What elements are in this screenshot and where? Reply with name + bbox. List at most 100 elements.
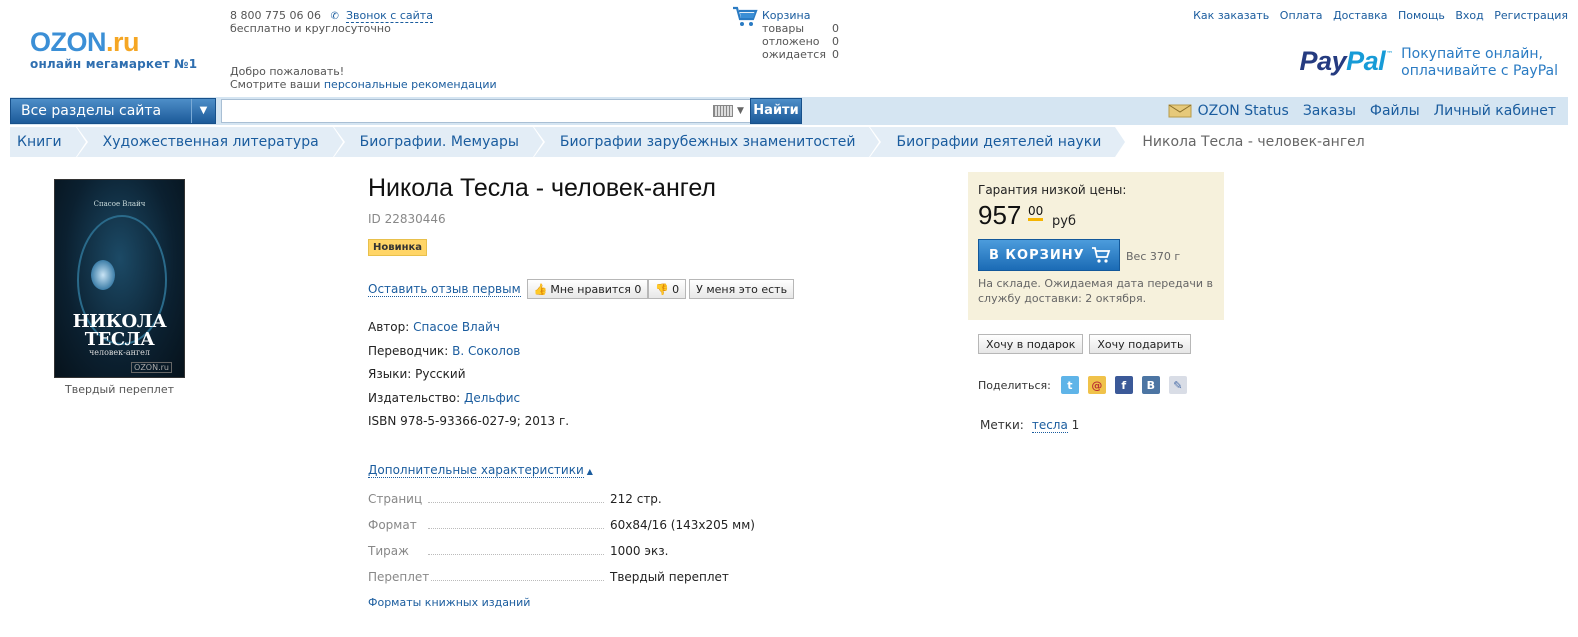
delivery-link[interactable]: Доставка [1333,9,1387,22]
dislike-button[interactable]: 👎 0 [648,279,687,299]
ozon-status-icon [1168,104,1192,118]
add-to-cart-label: В КОРЗИНУ [989,247,1085,263]
dislike-count: 0 [672,282,680,296]
price-currency: руб [1052,214,1076,229]
attr-label: Переводчик: [368,343,449,358]
add-to-cart-button[interactable]: В КОРЗИНУ [978,239,1120,271]
want-as-gift-button[interactable]: Хочу в подарок [978,334,1084,354]
thumbs-up-icon: 👍 [533,282,548,296]
publisher-link[interactable]: Дельфис [464,391,520,405]
author-link[interactable]: Спасое Влайч [413,320,500,334]
register-link[interactable]: Регистрация [1494,9,1568,22]
breadcrumb-item[interactable]: Биографии. Мемуары [333,127,546,157]
login-link[interactable]: Вход [1455,9,1483,22]
how-to-order-link[interactable]: Как заказать [1193,9,1269,22]
callback-link[interactable]: Звонок с сайта [345,9,433,23]
spec-row: Тираж 1000 экз. [368,538,755,564]
breadcrumb-current: Никола Тесла - человек-ангел [1142,134,1365,150]
orders-link[interactable]: Заказы [1303,103,1356,119]
twitter-icon[interactable]: t [1060,376,1079,394]
collapse-arrow-icon: ▲ [586,467,593,476]
price-cents: 00 [1028,204,1044,221]
cover-title-line2: ТЕСЛА [84,329,155,350]
facebook-icon[interactable]: f [1114,376,1133,394]
find-button[interactable]: Найти [750,98,802,124]
price-guarantee-label: Гарантия низкой цены: [978,183,1127,197]
breadcrumb-item[interactable]: Биографии деятелей науки [870,127,1128,157]
book-formats-link[interactable]: Форматы книжных изданий [368,596,530,609]
cover-author: Спасое Влайч [93,200,146,208]
welcome-block: Добро пожаловать! Смотрите ваши персонал… [230,65,497,91]
help-link[interactable]: Помощь [1398,9,1445,22]
isbn: ISBN 978-5-93366-027-9; 2013 г. [368,414,570,428]
breadcrumb-item[interactable]: Художественная литература [76,127,345,157]
spec-row: Переплет Твердый переплет [368,564,755,590]
ozon-logo[interactable]: OZON.ru онлайн мегамаркет №1 [30,28,197,71]
phone-note: бесплатно и круглосуточно [230,22,391,35]
weight-label: Вес 370 г [1126,250,1181,263]
paypal-line1: Покупайте онлайн, [1401,46,1543,62]
spec-row: Страниц 212 стр. [368,486,755,512]
paypal-text: Покупайте онлайн, оплачивайте с PayPal [1401,46,1558,80]
account-link[interactable]: Личный кабинет [1434,103,1556,119]
share-label: Поделиться: [978,378,1051,392]
ozon-status-link[interactable]: OZON Status [1198,103,1289,119]
main-navbar: Все разделы сайта ▼ ▼ Найти OZON Status … [10,97,1568,125]
cart-row-count: 0 [832,35,839,48]
vkontakte-icon[interactable]: B [1141,376,1160,394]
virtual-keyboard-icon[interactable]: ▼ [713,104,749,118]
cart-title[interactable]: Корзина [762,9,839,22]
search-box: ▼ [221,99,754,123]
logo-text: OZON [30,27,107,57]
breadcrumb-item[interactable]: Книги [10,127,88,157]
have-it-button[interactable]: У меня это есть [689,279,795,299]
breadcrumb: Книги Художественная литература Биографи… [10,127,1380,157]
tags-label: Метки: [980,418,1024,432]
attr-language: Языки: Русский [368,363,569,387]
phone-icon: ✆ [330,11,339,22]
all-sections-dropdown[interactable]: Все разделы сайта ▼ [10,98,216,124]
spec-value: 1000 экз. [610,544,669,558]
cart-row: товары 0 [762,22,839,35]
navbar-links: OZON Status Заказы Файлы Личный кабинет [1168,103,1556,119]
spec-key: Страниц [368,492,425,506]
paypal-banner[interactable]: PayPal ™ Покупайте онлайн, оплачивайте с… [1300,46,1558,80]
files-link[interactable]: Файлы [1370,103,1420,119]
phone-block: 8 800 775 06 06 ✆ Звонок с сайта бесплат… [230,9,433,35]
paypal-logo: PayPal [1300,46,1386,77]
tag-link[interactable]: тесла [1031,418,1068,433]
attr-label: Языки: [368,367,412,381]
phone-number: 8 800 775 06 06 [230,9,321,22]
payment-link[interactable]: Оплата [1280,9,1323,22]
all-sections-label: Все разделы сайта [21,103,162,119]
breadcrumb-item[interactable]: Биографии зарубежных знаменитостей [533,127,882,157]
paypal-logo-pay: Pay [1299,46,1347,76]
spec-key: Тираж [368,544,411,558]
tags: Метки: тесла 1 [980,418,1080,433]
spec-key: Формат [368,518,419,532]
product-title: Никола Тесла - человек-ангел [368,174,716,202]
spec-value: 212 стр. [610,492,662,506]
give-gift-button[interactable]: Хочу подарить [1089,334,1192,354]
attr-label: Издательство: [368,390,461,405]
product-attributes: Автор: Спасое Влайч Переводчик: В. Сокол… [368,316,569,434]
more-specs-toggle[interactable]: Дополнительные характеристики ▲ [368,463,593,478]
top-links: Как заказать Оплата Доставка Помощь Вход… [1186,9,1568,22]
cart-row-label: товары [762,22,805,35]
cover-portrait [91,260,115,290]
attr-translator: Переводчик: В. Соколов [368,340,569,364]
cover-brand: OZON.ru [131,362,172,373]
recommendations-link[interactable]: персональные рекомендации [324,78,497,91]
like-button[interactable]: 👍 Мне нравится 0 [526,279,649,299]
spec-row: Формат 60x84/16 (143x205 мм) [368,512,755,538]
book-cover-image[interactable]: Спасое Влайч НИКОЛА ТЕСЛА человек-ангел O… [54,179,185,378]
mailru-icon[interactable]: @ [1087,376,1106,394]
leave-review-link[interactable]: Оставить отзыв первым [368,282,521,297]
cover-subtitle: человек-ангел [89,348,150,357]
livejournal-icon[interactable]: ✎ [1168,376,1187,394]
cart-row-label: отложено [762,35,820,48]
translator-link[interactable]: В. Соколов [452,344,520,358]
cart-icon [1091,247,1110,263]
search-input[interactable] [224,101,694,121]
tag-count: 1 [1071,418,1080,432]
